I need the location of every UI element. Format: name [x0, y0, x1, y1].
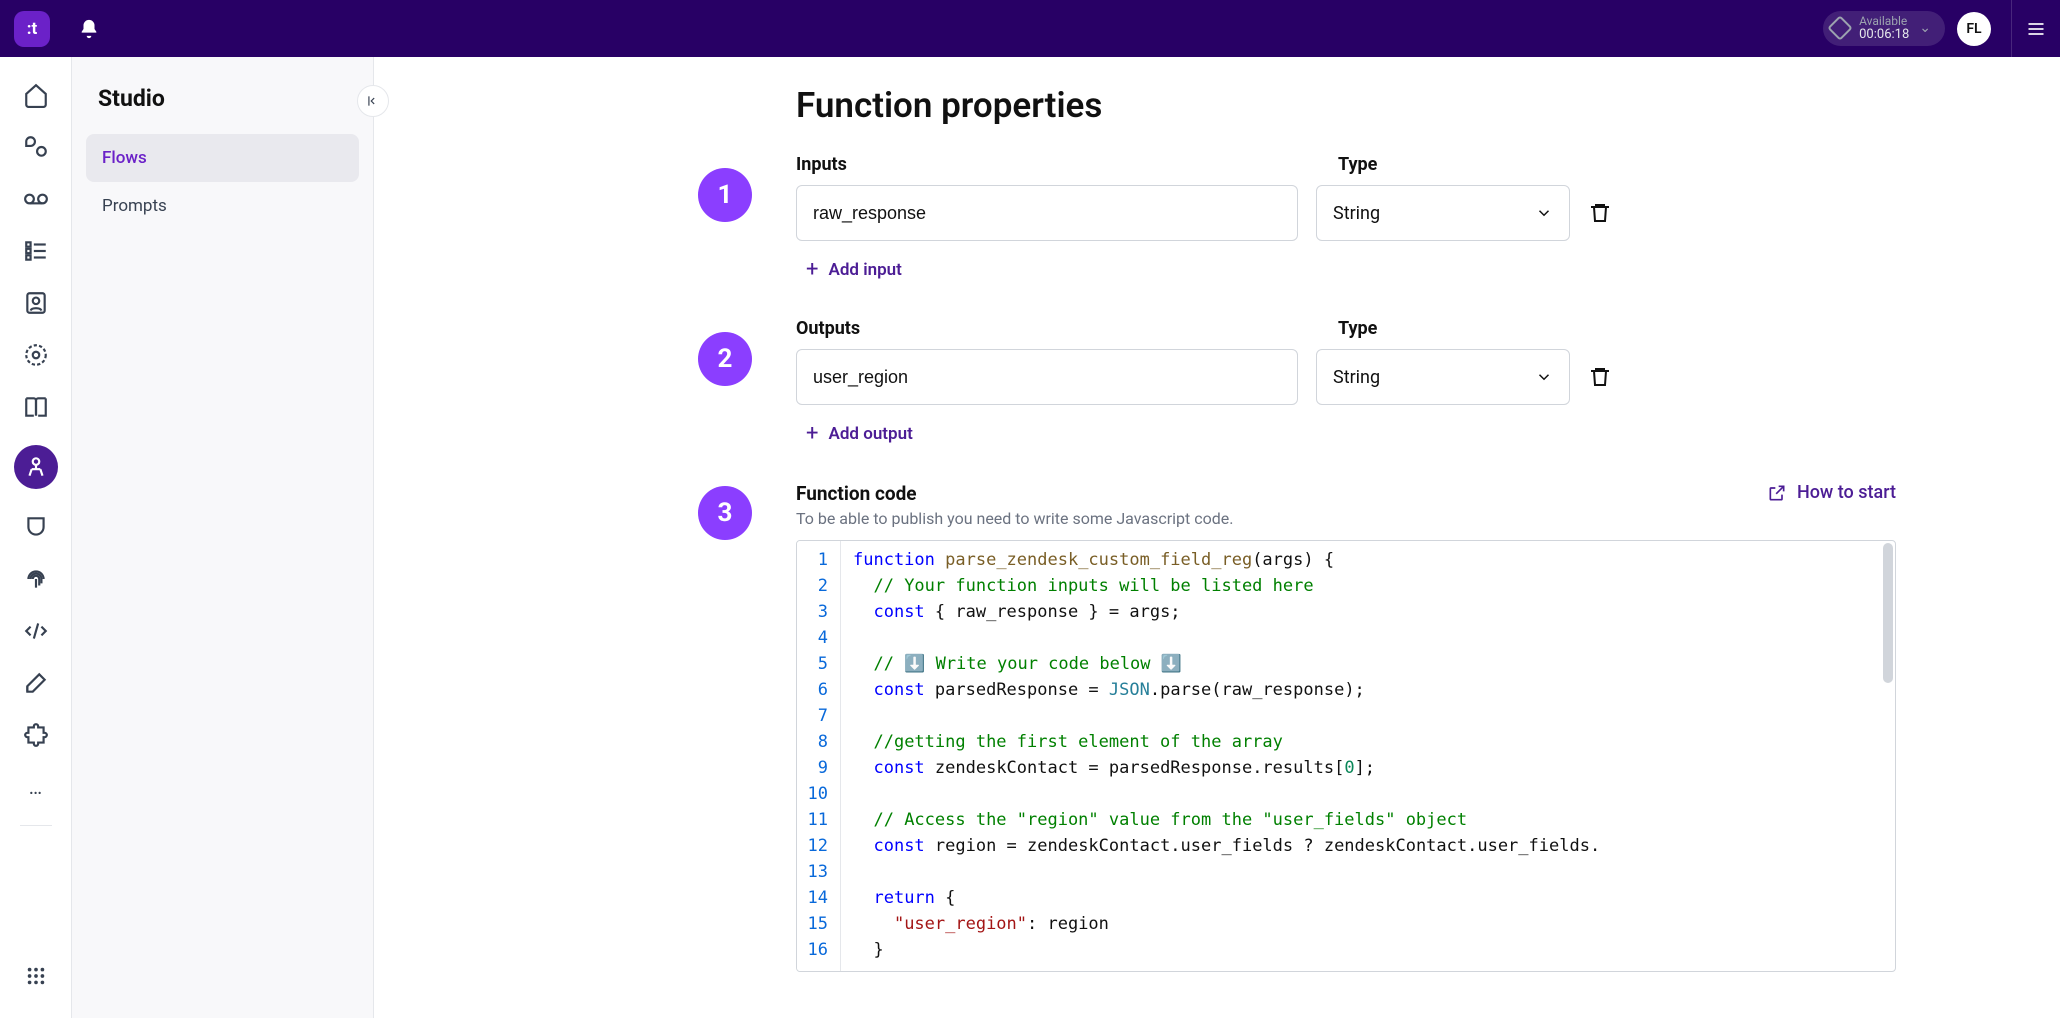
input-type-select[interactable]: String [1316, 185, 1570, 241]
code-icon[interactable] [22, 617, 50, 645]
topbar: :t Available 00:06:18 ⌄ FL [0, 0, 2060, 57]
divider [20, 825, 52, 826]
status-time: 00:06:18 [1859, 28, 1909, 42]
status-diamond-icon [1827, 16, 1852, 41]
output-type-value: String [1333, 367, 1380, 388]
input-type-value: String [1333, 203, 1380, 224]
delete-input-button[interactable] [1588, 201, 1612, 225]
app-logo[interactable]: :t [14, 11, 50, 47]
inputs-label: Inputs [796, 154, 1298, 175]
shield-icon[interactable] [22, 513, 50, 541]
puzzle-icon[interactable] [22, 721, 50, 749]
step-badge-2: 2 [698, 332, 752, 386]
chevron-down-icon [1535, 204, 1553, 222]
sidebar-item-prompts[interactable]: Prompts [86, 182, 359, 230]
page-title: Function properties [796, 85, 1896, 126]
menu-icon[interactable] [2011, 0, 2046, 57]
apps-grid-icon[interactable] [22, 962, 50, 990]
collapse-sidebar-button[interactable] [357, 85, 389, 117]
line-gutter: 12345678910111213141516 [797, 541, 841, 971]
icon-sidebar: … [0, 57, 72, 1018]
chevron-down-icon: ⌄ [1919, 20, 1931, 36]
voicemail-icon[interactable] [22, 185, 50, 213]
type-label-2: Type [1338, 318, 1377, 339]
sidebar-title: Studio [86, 85, 359, 112]
plus-icon: + [806, 421, 818, 446]
step-badge-3: 3 [698, 486, 752, 540]
more-icon[interactable]: … [22, 773, 50, 801]
add-input-button[interactable]: + Add input [796, 257, 1896, 282]
output-type-select[interactable]: String [1316, 349, 1570, 405]
output-name-field[interactable] [796, 349, 1298, 405]
fingerprint-icon[interactable] [22, 565, 50, 593]
type-label: Type [1338, 154, 1377, 175]
code-title: Function code [796, 482, 1233, 505]
sidebar-item-flows[interactable]: Flows [86, 134, 359, 182]
outputs-label: Outputs [796, 318, 1298, 339]
external-link-icon [1767, 483, 1787, 503]
plus-icon: + [806, 257, 818, 282]
studio-icon[interactable] [14, 445, 58, 489]
add-output-button[interactable]: + Add output [796, 421, 1896, 446]
main-content: Function properties 1 Inputs Type String [374, 57, 2060, 1018]
status-label: Available [1859, 15, 1909, 28]
contacts-icon[interactable] [22, 289, 50, 317]
list-icon[interactable] [22, 237, 50, 265]
home-icon[interactable] [22, 81, 50, 109]
edit-icon[interactable] [22, 669, 50, 697]
scrollbar[interactable] [1883, 543, 1893, 683]
step-badge-1: 1 [698, 168, 752, 222]
availability-status[interactable]: Available 00:06:18 ⌄ [1823, 11, 1945, 46]
sidebar: Studio Flows Prompts [72, 57, 374, 1018]
chevron-down-icon [1535, 368, 1553, 386]
delete-output-button[interactable] [1588, 365, 1612, 389]
add-output-label: Add output [828, 424, 912, 444]
code-subtitle: To be able to publish you need to write … [796, 509, 1233, 528]
add-input-label: Add input [828, 260, 901, 280]
chat-icon[interactable] [22, 133, 50, 161]
notifications-icon[interactable] [78, 18, 100, 40]
code-editor[interactable]: 12345678910111213141516 function parse_z… [796, 540, 1896, 972]
how-to-start-link[interactable]: How to start [1767, 482, 1896, 503]
howto-label: How to start [1797, 482, 1896, 503]
input-name-field[interactable] [796, 185, 1298, 241]
target-icon[interactable] [22, 341, 50, 369]
user-avatar[interactable]: FL [1957, 12, 1991, 46]
code-area[interactable]: function parse_zendesk_custom_field_reg(… [841, 541, 1895, 971]
book-icon[interactable] [22, 393, 50, 421]
